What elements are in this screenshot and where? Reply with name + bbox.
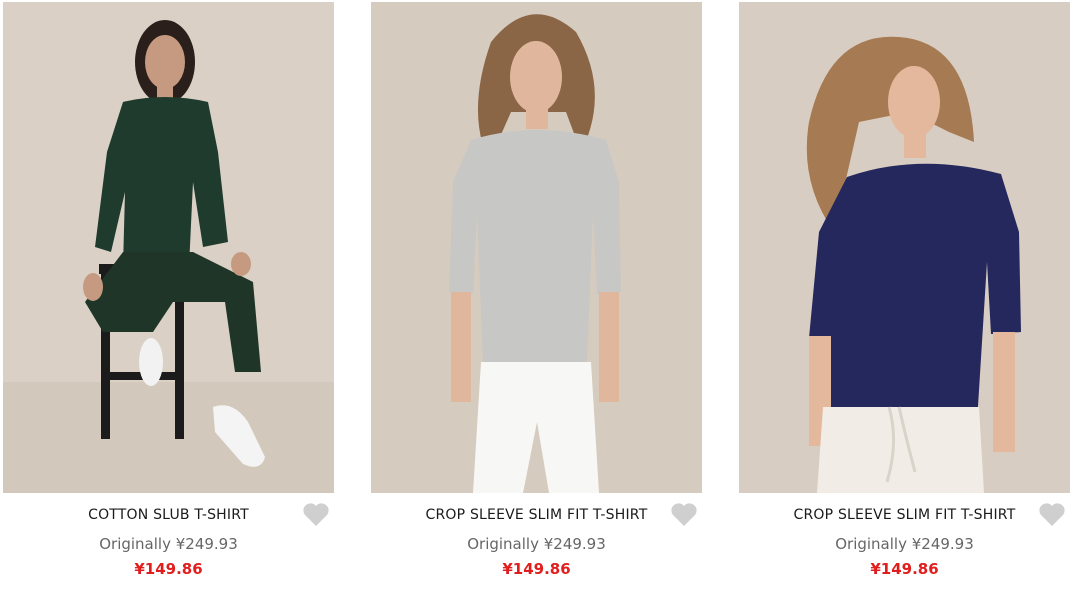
heart-icon[interactable]: [302, 502, 330, 528]
sale-price: ¥149.86: [502, 560, 571, 578]
product-card: CROP SLEEVE SLIM FIT T-SHIRT Originally …: [739, 2, 1070, 602]
product-title[interactable]: CROP SLEEVE SLIM FIT T-SHIRT: [739, 507, 1070, 523]
sale-price: ¥149.86: [870, 560, 939, 578]
product-title[interactable]: CROP SLEEVE SLIM FIT T-SHIRT: [371, 507, 702, 523]
product-image[interactable]: [739, 2, 1070, 493]
product-card: COTTON SLUB T-SHIRT Originally ¥249.93 ¥…: [3, 2, 334, 602]
product-grid: COTTON SLUB T-SHIRT Originally ¥249.93 ¥…: [0, 0, 1075, 609]
original-price: Originally ¥249.93: [467, 535, 606, 553]
heart-icon[interactable]: [670, 502, 698, 528]
product-image[interactable]: [371, 2, 702, 493]
original-price: Originally ¥249.93: [99, 535, 238, 553]
original-price: Originally ¥249.93: [835, 535, 974, 553]
sale-price: ¥149.86: [134, 560, 203, 578]
product-title[interactable]: COTTON SLUB T-SHIRT: [3, 507, 334, 523]
heart-icon[interactable]: [1038, 502, 1066, 528]
product-card: CROP SLEEVE SLIM FIT T-SHIRT Originally …: [371, 2, 702, 602]
product-image[interactable]: [3, 2, 334, 493]
